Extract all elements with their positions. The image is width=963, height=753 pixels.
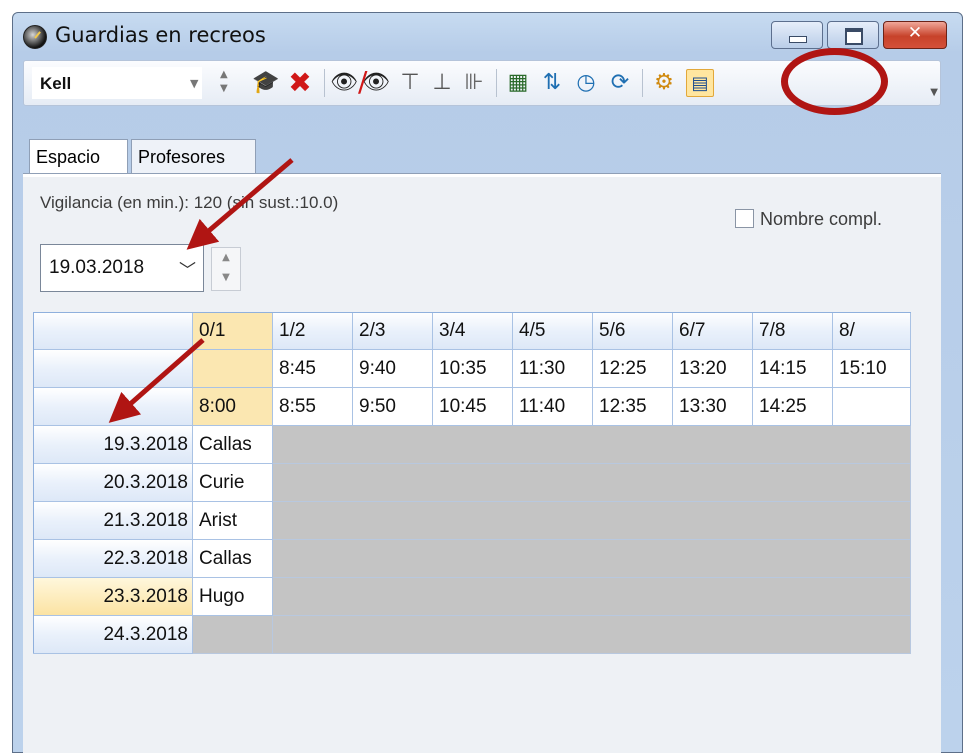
start-time (193, 350, 273, 388)
end-time: 8:55 (273, 388, 353, 426)
vigilancia-label: Vigilancia (en min.): 120 (sin sust.:10.… (40, 193, 339, 212)
teacher-combo-value: Kell (40, 74, 72, 93)
start-time: 14:15 (753, 350, 833, 388)
clock-app-icon (23, 25, 47, 49)
start-time: 15:10 (833, 350, 911, 388)
row-date[interactable]: 24.3.2018 (33, 616, 193, 654)
teacher-cell[interactable] (193, 616, 273, 654)
close-button[interactable] (883, 21, 947, 49)
table-row: 24.3.2018 (33, 616, 911, 654)
start-time: 12:25 (593, 350, 673, 388)
empty-cells[interactable] (273, 540, 911, 578)
end-time: 11:40 (513, 388, 593, 426)
delete-icon[interactable]: ✖ (286, 69, 314, 97)
start-time: 13:20 (673, 350, 753, 388)
eye-icon[interactable]: 👁 (330, 69, 358, 97)
start-time: 8:45 (273, 350, 353, 388)
period-header[interactable]: 6/7 (673, 312, 753, 350)
row-date[interactable]: 19.3.2018 (33, 426, 193, 464)
table-row: 22.3.2018 Callas (33, 540, 911, 578)
refresh-icon[interactable]: ⟳ (606, 69, 634, 97)
date-spinner[interactable]: ▲ ▼ (211, 247, 241, 291)
calculator-icon[interactable]: ▦ (504, 69, 532, 97)
graduation-cap-icon[interactable]: 🎓 (252, 69, 280, 97)
corner-cell (33, 312, 193, 350)
period-header[interactable]: 3/4 (433, 312, 513, 350)
table-row: 21.3.2018 Arist (33, 502, 911, 540)
chevron-down-icon[interactable]: ▼ (190, 77, 198, 90)
eye-off-icon[interactable]: 👁 / (358, 68, 390, 97)
tab-profesores[interactable]: Profesores (131, 139, 256, 173)
period-header[interactable]: 4/5 (513, 312, 593, 350)
corner-cell (33, 350, 193, 388)
toolbar-overflow-icon[interactable]: ▼ (930, 87, 938, 98)
toolbar-separator (324, 69, 325, 97)
clock-icon[interactable]: ◷ (572, 69, 600, 97)
empty-cells[interactable] (273, 616, 911, 654)
toolbar-separator (496, 69, 497, 97)
end-time (833, 388, 911, 426)
preview-icon[interactable]: ▤ (686, 69, 714, 97)
checkbox-box[interactable] (735, 209, 754, 228)
end-time: 8:00 (193, 388, 273, 426)
teacher-cell-editing[interactable]: Hugo (193, 578, 273, 616)
period-header[interactable]: 1/2 (273, 312, 353, 350)
teacher-cell[interactable]: Callas (193, 426, 273, 464)
annotation-circle (781, 48, 888, 115)
row-date[interactable]: 22.3.2018 (33, 540, 193, 578)
empty-cells[interactable] (273, 464, 911, 502)
maximize-button[interactable] (827, 21, 879, 49)
nombre-compl-checkbox[interactable]: Nombre compl. (735, 209, 882, 230)
row-date[interactable]: 20.3.2018 (33, 464, 193, 502)
teacher-cell[interactable]: Curie (193, 464, 273, 502)
start-time: 9:40 (353, 350, 433, 388)
chevron-down-icon[interactable]: ﹀ (179, 256, 196, 281)
end-time: 13:30 (673, 388, 753, 426)
table-row: 20.3.2018 Curie (33, 464, 911, 502)
header-row-periods: 0/1 1/2 2/3 3/4 4/5 5/6 6/7 7/8 8/ (33, 312, 911, 350)
period-header[interactable]: 7/8 (753, 312, 833, 350)
end-time: 12:35 (593, 388, 673, 426)
empty-cells[interactable] (273, 426, 911, 464)
date-picker[interactable]: 19.03.2018 ﹀ (40, 244, 204, 292)
table-row: 19.3.2018 Callas (33, 426, 911, 464)
ruler-icon[interactable]: ⊪ (460, 69, 488, 97)
nombre-compl-label: Nombre compl. (760, 209, 883, 229)
corner-cell (33, 388, 193, 426)
minimize-button[interactable] (771, 21, 823, 49)
period-header[interactable]: 8/ (833, 312, 911, 350)
row-date[interactable]: 23.3.2018 (33, 578, 193, 616)
tab-espacio[interactable]: Espacio (29, 139, 128, 175)
row-date[interactable]: 21.3.2018 (33, 502, 193, 540)
hierarchy-2-icon[interactable]: ⊥ (428, 69, 456, 97)
header-row-start-times: 8:45 9:40 10:35 11:30 12:25 13:20 14:15 … (33, 350, 911, 388)
period-header[interactable]: 5/6 (593, 312, 673, 350)
hierarchy-icon[interactable]: ⊤ (396, 69, 424, 97)
start-time: 10:35 (433, 350, 513, 388)
teacher-spinner[interactable]: ▲ ▼ (220, 68, 234, 98)
window-title: Guardias en recreos (55, 23, 266, 47)
transfer-icon[interactable]: ⇅ (538, 69, 566, 97)
teacher-combo[interactable]: Kell ▼ (32, 67, 202, 99)
settings-icon[interactable]: ⚙ (650, 69, 678, 97)
end-time: 14:25 (753, 388, 833, 426)
table-row-selected: 23.3.2018 Hugo (33, 578, 911, 616)
toolbar-separator (642, 69, 643, 97)
teacher-cell[interactable]: Arist (193, 502, 273, 540)
date-value: 19.03.2018 (49, 257, 145, 278)
empty-cells[interactable] (273, 578, 911, 616)
end-time: 10:45 (433, 388, 513, 426)
teacher-cell[interactable]: Callas (193, 540, 273, 578)
end-time: 9:50 (353, 388, 433, 426)
empty-cells[interactable] (273, 502, 911, 540)
header-row-end-times: 8:00 8:55 9:50 10:45 11:40 12:35 13:30 1… (33, 388, 911, 426)
start-time: 11:30 (513, 350, 593, 388)
period-header[interactable]: 0/1 (193, 312, 273, 350)
period-header[interactable]: 2/3 (353, 312, 433, 350)
